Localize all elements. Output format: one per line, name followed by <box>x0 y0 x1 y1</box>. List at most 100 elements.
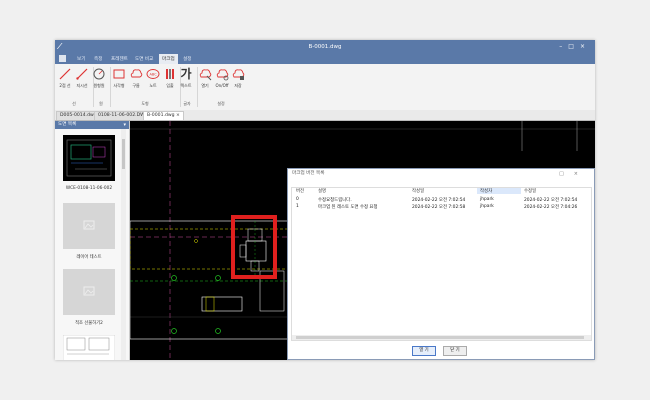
rectangle-label: 사각형 <box>113 83 125 88</box>
cloud-button[interactable]: 구름 <box>127 67 145 89</box>
circle-icon <box>93 68 105 80</box>
drawing-thumbnail-image <box>63 135 115 181</box>
note-label: 노트 <box>149 83 157 88</box>
stamp-icon <box>166 69 174 79</box>
column-header-author[interactable]: 작성자 <box>480 188 492 194</box>
scrollbar-thumb[interactable] <box>296 336 584 339</box>
save-markup-button[interactable]: 저장 <box>229 67 247 89</box>
group-shape-label: 도형 <box>141 101 149 106</box>
drawing-list-header: 도면 목록 ▾ <box>55 121 129 129</box>
drawing-list-panel: 도면 목록 ▾ WCE-0108-11-06-002 레이어 테스트 적조 선물… <box>55 121 130 360</box>
window-title: B-0001.dwg <box>308 44 342 50</box>
dialog-title: 마크업 버전 목록 <box>292 171 325 176</box>
cell-description: 수정요청드립니다. <box>318 198 352 203</box>
column-header-modified[interactable]: 수정일 <box>524 188 536 194</box>
stamp-label: 입출 <box>166 83 174 88</box>
dialog-maximize-icon[interactable]: □ <box>559 171 574 177</box>
cell-author: jhpark <box>480 197 494 202</box>
circle-button[interactable]: 원형원 <box>90 67 108 89</box>
table-header: 버전 설명 작성일 작성자 수정일 <box>292 188 591 194</box>
group-line-label: 선 <box>72 101 76 106</box>
ribbon-toolbar: 2점 선 지시선 원형원 사각형 구름 ABC 노트 입출 가 텍스트 열기 O… <box>55 64 595 111</box>
toggle-markup-icon <box>216 69 229 81</box>
leader-label: 지시선 <box>76 83 88 88</box>
cell-version: 1 <box>296 204 299 209</box>
column-header-created[interactable]: 작성일 <box>412 188 424 194</box>
text-label: 텍스트 <box>180 83 192 88</box>
dialog-title-bar: 마크업 버전 목록 □× <box>288 169 594 179</box>
document-tabs: D005-0014.dwg 0108-11-06-002.DWG B-0001.… <box>55 110 595 121</box>
close-icon[interactable]: × <box>580 43 591 50</box>
cell-created: 2024-02-22 오전 7:02:58 <box>412 205 466 210</box>
menu-bar: 보기 측정 프레젠트 도면 비교 마크업 설정 <box>55 54 595 65</box>
text-icon: 가 <box>180 67 192 81</box>
open-markup-label: 열기 <box>201 83 209 88</box>
line-label: 2점 선 <box>59 83 71 88</box>
window-controls: –□× <box>559 43 591 50</box>
menu-settings[interactable]: 설정 <box>183 56 191 62</box>
cell-version: 0 <box>296 197 299 202</box>
table-row[interactable]: 0 수정요청드립니다. 2024-02-22 오전 7:02:54 jhpark… <box>292 197 591 203</box>
leader-button[interactable]: 지시선 <box>73 67 91 89</box>
menu-view[interactable]: 보기 <box>77 56 85 62</box>
pin-icon[interactable]: ▾ <box>123 121 126 129</box>
markup-version-dialog: 마크업 버전 목록 □× 버전 설명 작성일 작성자 수정일 0 수정요청드립니… <box>287 168 595 360</box>
column-header-version[interactable]: 버전 <box>296 188 304 194</box>
cell-description: 마크업 된 레스토 도면 수정 요청 <box>318 205 378 210</box>
maximize-icon[interactable]: □ <box>568 43 580 50</box>
sidebar-scrollbar[interactable] <box>121 129 126 360</box>
rectangle-icon <box>113 69 125 79</box>
drawing-thumbnail-caption: 레이어 테스트 <box>76 255 102 260</box>
drawing-list-title: 도면 목록 <box>58 122 77 127</box>
table-row[interactable]: 1 마크업 된 레스토 도면 수정 요청 2024-02-22 오전 7:02:… <box>292 204 591 210</box>
tab-b0001-label: B-0001.dwg <box>147 113 175 118</box>
cell-created: 2024-02-22 오전 7:02:54 <box>412 198 466 203</box>
app-menu-icon[interactable] <box>59 55 66 62</box>
version-table: 버전 설명 작성일 작성자 수정일 0 수정요청드립니다. 2024-02-22… <box>291 187 592 341</box>
cell-modified: 2024-02-22 오전 7:02:54 <box>524 198 578 203</box>
menu-compare[interactable]: 도면 비교 <box>135 56 153 62</box>
save-markup-label: 저장 <box>234 83 242 88</box>
line-button[interactable]: 2점 선 <box>56 67 74 89</box>
cell-author: jhpark <box>480 204 494 209</box>
dialog-close-icon[interactable]: × <box>574 171 588 177</box>
cloud-icon <box>130 69 143 78</box>
table-horizontal-scrollbar[interactable] <box>292 335 591 340</box>
text-button[interactable]: 가 텍스트 <box>177 67 195 89</box>
note-icon: ABC <box>146 69 160 79</box>
close-button[interactable]: 닫 기 <box>443 346 467 356</box>
column-header-description[interactable]: 설명 <box>318 188 326 194</box>
group-text-label: 글자 <box>183 101 191 106</box>
drawing-thumbnail-item[interactable]: 레이어 테스트 <box>63 203 115 260</box>
group-settings-label: 설정 <box>217 101 225 106</box>
note-button[interactable]: ABC 노트 <box>144 67 162 89</box>
menu-measure[interactable]: 측정 <box>94 56 102 62</box>
dialog-controls: □× <box>559 169 588 179</box>
open-button[interactable]: 열 기 <box>412 346 436 356</box>
cad-viewer-window: ⁄ B-0001.dwg –□× 보기 측정 프레젠트 도면 비교 마크업 설정… <box>55 40 595 360</box>
drawing-thumbnail-item[interactable] <box>62 334 116 360</box>
image-placeholder-icon <box>63 203 115 249</box>
scrollbar-thumb[interactable] <box>122 139 125 169</box>
group-circle-label: 원 <box>99 101 103 106</box>
minimize-icon[interactable]: – <box>559 43 568 50</box>
open-markup-button[interactable]: 열기 <box>196 67 214 89</box>
menu-present[interactable]: 프레젠트 <box>111 56 128 62</box>
title-bar: ⁄ B-0001.dwg –□× <box>55 40 595 54</box>
drawing-thumbnail-caption: WCE-0108-11-06-002 <box>65 186 113 191</box>
image-placeholder-icon <box>63 269 115 315</box>
tab-b0001[interactable]: B-0001.dwg × <box>143 111 184 120</box>
open-markup-icon <box>199 69 212 81</box>
tab-close-icon[interactable]: × <box>176 113 180 118</box>
drawing-thumbnail-item[interactable]: WCE-0108-11-06-002 <box>63 135 115 191</box>
cloud-label: 구름 <box>132 83 140 88</box>
svg-text:ABC: ABC <box>150 73 158 77</box>
leader-icon <box>76 68 88 80</box>
save-markup-icon <box>232 69 245 80</box>
line-icon <box>59 68 71 80</box>
drawing-thumbnail-item[interactable]: 적조 선물하기2 <box>63 269 115 326</box>
rectangle-button[interactable]: 사각형 <box>110 67 128 89</box>
drawing-thumbnail-caption: 적조 선물하기2 <box>75 321 103 326</box>
toggle-markup-label: On/Off <box>215 83 229 88</box>
cell-modified: 2024-02-22 오전 7:04:26 <box>524 205 578 210</box>
